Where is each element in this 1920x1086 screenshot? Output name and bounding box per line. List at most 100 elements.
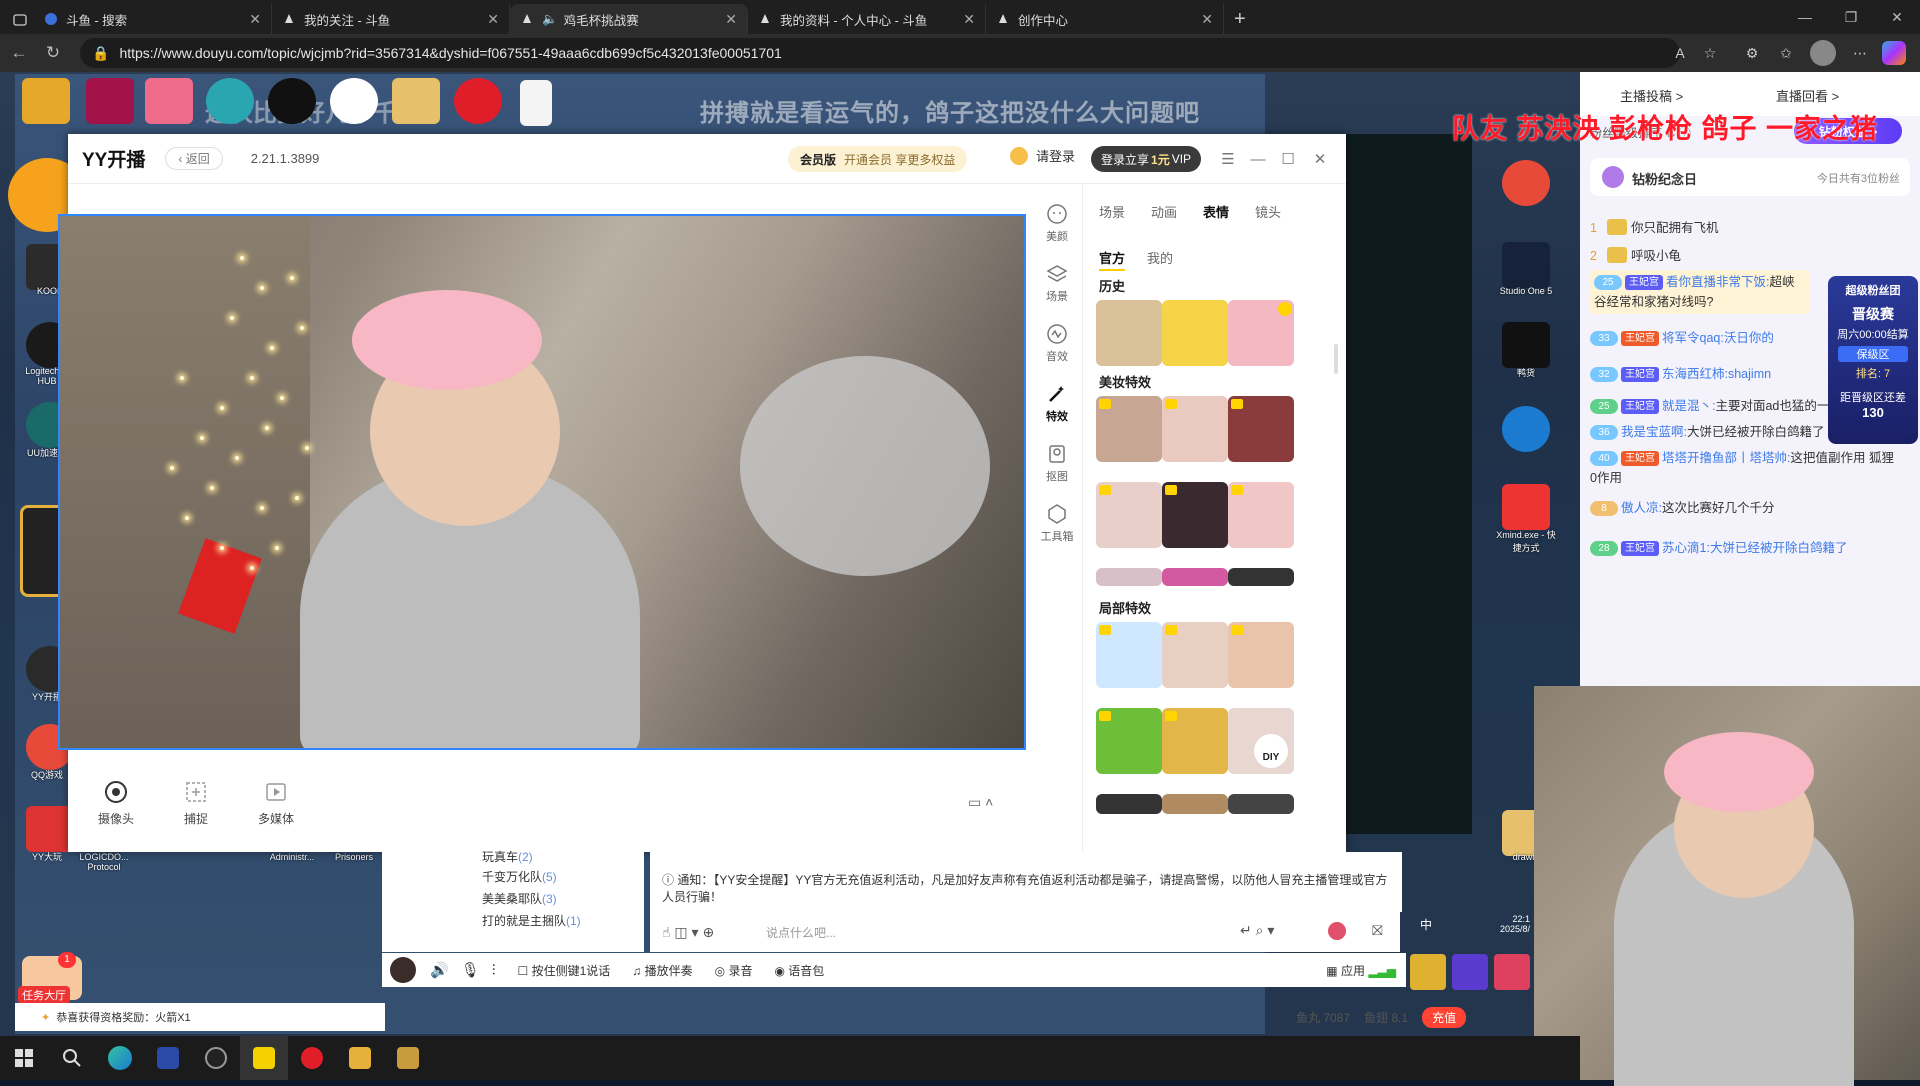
user-nick[interactable]: 塔塔开撸鱼部丨塔塔帅: xyxy=(1662,451,1790,465)
edge-icon[interactable] xyxy=(96,1036,144,1080)
vip-banner[interactable]: 会员版 开通会员 享更多权益 xyxy=(788,146,968,172)
user-nick[interactable]: 傲人凉: xyxy=(1621,501,1662,515)
app-icon[interactable] xyxy=(144,1036,192,1080)
close-icon[interactable]: ✕ xyxy=(1201,11,1213,28)
netease-music-icon[interactable] xyxy=(288,1036,336,1080)
fx-tab-animation[interactable]: 动画 xyxy=(1151,202,1177,221)
effect-thumb[interactable] xyxy=(1162,708,1228,774)
volume-icon[interactable]: 🔊 xyxy=(430,961,449,979)
effect-thumb[interactable] xyxy=(1096,622,1162,688)
avatar[interactable] xyxy=(390,957,416,983)
effect-thumb[interactable] xyxy=(1228,568,1294,586)
effect-thumb[interactable] xyxy=(1228,794,1294,814)
maximize-button[interactable]: ❐ xyxy=(1828,0,1874,34)
tab-actions-icon[interactable] xyxy=(6,6,34,34)
media-tool[interactable]: 多媒体 xyxy=(246,778,306,827)
fx-sub-official[interactable]: 官方 xyxy=(1099,248,1126,271)
url-field[interactable]: 🔒 https://www.douyu.com/topic/wjcjmb?rid… xyxy=(80,38,1680,68)
team-item[interactable]: 千变万化队(5) xyxy=(482,868,557,885)
effect-thumb[interactable] xyxy=(1096,396,1162,462)
effect-thumb[interactable] xyxy=(1162,482,1228,548)
rail-cutout[interactable]: 抠图 xyxy=(1031,442,1083,484)
fx-tab-lens[interactable]: 镜头 xyxy=(1255,202,1281,221)
tab-follow[interactable]: 我的关注 - 斗鱼 ✕ xyxy=(272,4,510,34)
extensions-icon[interactable]: ⚙ xyxy=(1740,41,1764,65)
close-button[interactable]: ✕ xyxy=(1308,148,1332,170)
gift-icon[interactable] xyxy=(1452,954,1488,990)
rail-effects[interactable]: 特效 xyxy=(1031,382,1083,424)
promo-badge[interactable]: 登录立享 1元 VIP xyxy=(1091,146,1202,172)
super-fan-widget[interactable]: 超级粉丝团 晋级赛 周六00:00结算 保级区 排名: 7 距晋级区还差 130 xyxy=(1828,276,1918,444)
user-nick[interactable]: 将军令qaq: xyxy=(1662,331,1724,345)
scrollbar[interactable] xyxy=(1334,344,1338,374)
effect-thumb[interactable] xyxy=(1096,482,1162,548)
gift-icon[interactable] xyxy=(1494,954,1530,990)
effect-thumb[interactable] xyxy=(1162,794,1228,814)
login-button[interactable]: 请登录 xyxy=(1010,146,1075,165)
mic-icon[interactable]: 🎙 xyxy=(461,961,480,979)
effect-thumb[interactable] xyxy=(1228,300,1294,366)
tab-profile[interactable]: 我的资料 - 个人中心 - 斗鱼 ✕ xyxy=(748,4,986,34)
minimize-button[interactable]: — xyxy=(1782,0,1828,34)
diy-effect-thumb[interactable]: DIY xyxy=(1228,708,1294,774)
rail-toolbox[interactable]: 工具箱 xyxy=(1031,502,1083,544)
team-item[interactable]: 美美桑耶队(3) xyxy=(482,890,557,907)
collections-icon[interactable]: ✩ xyxy=(1774,41,1798,65)
close-window-button[interactable]: ✕ xyxy=(1874,0,1920,34)
ptt-checkbox[interactable]: ☐ 按住侧键1说话 xyxy=(518,962,611,979)
voice-pack-button[interactable]: ◉ 语音包 xyxy=(774,962,824,979)
user-nick[interactable]: 苏心滴1: xyxy=(1662,541,1710,555)
effect-thumb[interactable] xyxy=(1162,300,1228,366)
menu-icon[interactable]: ☰ xyxy=(1216,148,1240,170)
read-aloud-icon[interactable]: A xyxy=(1668,41,1692,65)
replay-link[interactable]: 直播回看 > xyxy=(1776,86,1839,105)
tab-challenge[interactable]: 🔈 鸡毛杯挑战赛 ✕ xyxy=(510,4,748,34)
tab-search[interactable]: 斗鱼 - 搜索 ✕ xyxy=(34,4,272,34)
effect-thumb[interactable] xyxy=(1228,396,1294,462)
close-icon[interactable]: ✕ xyxy=(249,11,261,28)
capture-tool[interactable]: 捕捉 xyxy=(166,778,226,827)
gift-box-icon[interactable]: ⛝ xyxy=(1372,922,1383,939)
user-nick[interactable]: 就是混丶: xyxy=(1662,399,1715,413)
minimize-button[interactable]: — xyxy=(1246,148,1270,170)
mission-hall-button[interactable]: 1 任务大厅 xyxy=(18,952,82,1004)
app-icon[interactable] xyxy=(336,1036,384,1080)
submit-link[interactable]: 主播投稿 > xyxy=(1620,86,1683,105)
fx-tab-emoji[interactable]: 表情 xyxy=(1203,202,1229,221)
rail-audio[interactable]: 音效 xyxy=(1031,322,1083,364)
apps-button[interactable]: ▦ 应用 ▂▃▅ xyxy=(1326,962,1396,979)
camera-preview[interactable] xyxy=(58,214,1026,750)
effect-thumb[interactable] xyxy=(1096,794,1162,814)
team-item[interactable]: 玩真车(2) xyxy=(482,848,533,865)
speaker-icon[interactable]: 🔈 xyxy=(542,12,558,27)
effect-thumb[interactable] xyxy=(1228,482,1294,548)
fx-sub-mine[interactable]: 我的 xyxy=(1147,248,1173,271)
back-button[interactable]: ‹ 返回 xyxy=(165,147,223,170)
maximize-button[interactable]: ☐ xyxy=(1276,148,1300,170)
effect-thumb[interactable] xyxy=(1162,622,1228,688)
copilot-icon[interactable] xyxy=(1882,41,1906,65)
effect-thumb[interactable] xyxy=(1228,622,1294,688)
gift-icon[interactable] xyxy=(1328,922,1346,940)
favorite-icon[interactable]: ☆ xyxy=(1698,41,1722,65)
user-nick[interactable]: 看你直播非常下饭: xyxy=(1666,275,1769,289)
gift-icon[interactable] xyxy=(1410,954,1446,990)
user-nick[interactable]: 东海西红柿: xyxy=(1662,367,1728,381)
back-icon[interactable]: ← xyxy=(2,36,36,70)
equalizer-icon[interactable]: ⫶ xyxy=(492,962,496,979)
close-icon[interactable]: ✕ xyxy=(487,11,499,28)
yy-icon[interactable] xyxy=(240,1036,288,1080)
lol-icon[interactable] xyxy=(384,1036,432,1080)
effect-thumb[interactable] xyxy=(1096,300,1162,366)
reload-icon[interactable]: ↻ xyxy=(36,36,70,70)
close-icon[interactable]: ✕ xyxy=(963,11,975,28)
fx-tab-scene[interactable]: 场景 xyxy=(1099,202,1125,221)
rail-beauty[interactable]: 美颜 xyxy=(1031,202,1083,244)
effect-thumb[interactable] xyxy=(1162,568,1228,586)
video-settings-icon[interactable]: ▭ ˄ xyxy=(968,794,993,811)
start-icon[interactable] xyxy=(0,1036,48,1080)
effect-thumb[interactable] xyxy=(1096,708,1162,774)
team-item[interactable]: 打的就是主捆队(1) xyxy=(482,912,581,929)
chat-input[interactable]: 说点什么吧... xyxy=(766,924,836,941)
tab-creator[interactable]: 创作中心 ✕ xyxy=(986,4,1224,34)
